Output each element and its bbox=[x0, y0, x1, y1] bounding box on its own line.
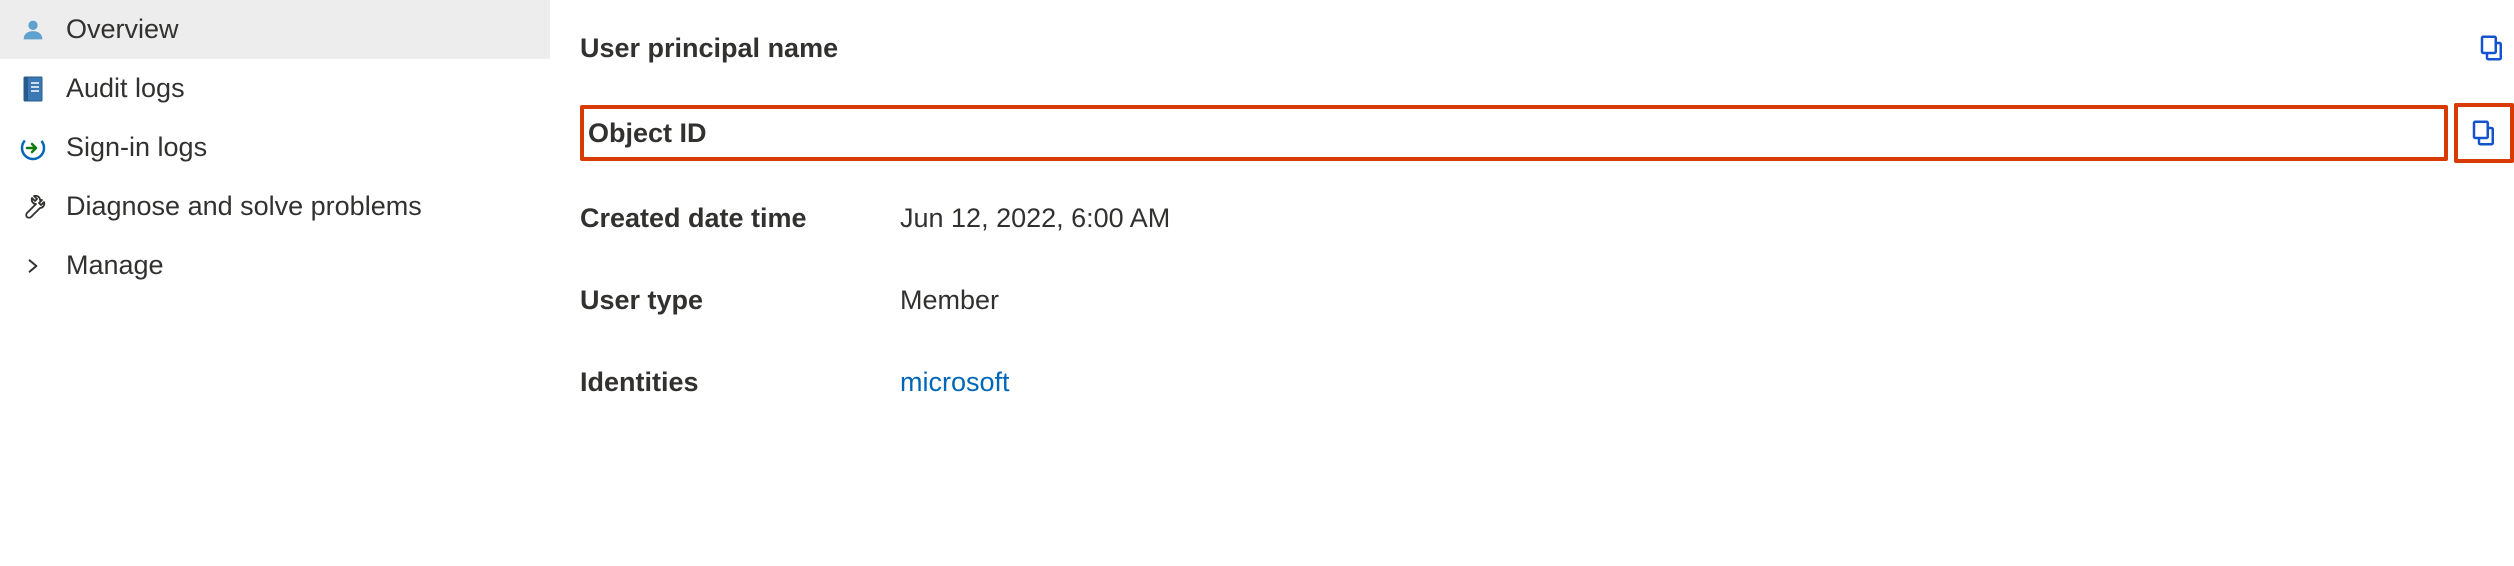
sidebar-item-audit-logs[interactable]: Audit logs bbox=[0, 59, 550, 118]
field-created-date-time: Created date time Jun 12, 2022, 6:00 AM bbox=[580, 190, 2514, 246]
copy-object-id-button[interactable] bbox=[2462, 111, 2506, 155]
field-value-link[interactable]: microsoft bbox=[900, 367, 2514, 398]
copy-upn-button[interactable] bbox=[2470, 26, 2514, 70]
copy-icon bbox=[2477, 33, 2507, 63]
sidebar: Overview Audit logs Sign-in logs bbox=[0, 0, 550, 566]
details-panel: User principal name Object ID Created da… bbox=[550, 0, 2514, 566]
field-value: Jun 12, 2022, 6:00 AM bbox=[900, 203, 2514, 234]
chevron-right-icon bbox=[18, 257, 48, 275]
sidebar-item-signin-logs[interactable]: Sign-in logs bbox=[0, 118, 550, 177]
wrench-icon bbox=[18, 192, 48, 222]
field-identities: Identities microsoft bbox=[580, 354, 2514, 410]
sidebar-item-overview[interactable]: Overview bbox=[0, 0, 550, 59]
sidebar-item-label: Manage bbox=[66, 250, 164, 281]
sidebar-item-label: Sign-in logs bbox=[66, 132, 207, 163]
field-label: Identities bbox=[580, 367, 900, 398]
field-label: Created date time bbox=[580, 203, 900, 234]
signin-icon bbox=[18, 133, 48, 163]
sidebar-item-manage[interactable]: Manage bbox=[0, 236, 550, 295]
field-user-type: User type Member bbox=[580, 272, 2514, 328]
field-label: Object ID bbox=[588, 118, 908, 149]
sidebar-item-label: Overview bbox=[66, 14, 179, 45]
sidebar-item-label: Audit logs bbox=[66, 73, 185, 104]
field-label: User type bbox=[580, 285, 900, 316]
field-object-id-row: Object ID bbox=[580, 102, 2514, 164]
object-id-highlight: Object ID bbox=[580, 105, 2448, 161]
copy-object-id-highlight bbox=[2454, 103, 2514, 163]
field-value: Member bbox=[900, 285, 2514, 316]
copy-icon bbox=[2469, 118, 2499, 148]
person-icon bbox=[18, 15, 48, 45]
sidebar-item-label: Diagnose and solve problems bbox=[66, 191, 422, 222]
field-user-principal-name: User principal name bbox=[580, 20, 2514, 76]
field-label: User principal name bbox=[580, 33, 900, 64]
audit-log-icon bbox=[18, 74, 48, 104]
sidebar-item-diagnose[interactable]: Diagnose and solve problems bbox=[0, 177, 550, 236]
